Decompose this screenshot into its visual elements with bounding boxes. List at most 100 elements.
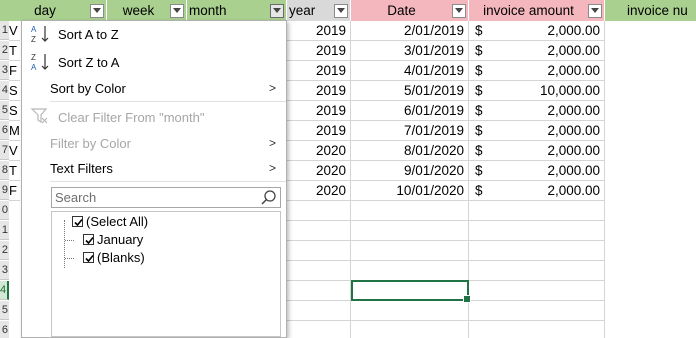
row-header[interactable]: 8 bbox=[0, 161, 9, 180]
empty-cell[interactable] bbox=[287, 201, 351, 221]
year-cell[interactable]: 2020 bbox=[287, 161, 351, 181]
sort-a-to-z-item[interactable]: A Z Sort A to Z bbox=[22, 21, 286, 47]
row-header[interactable]: 4 bbox=[0, 81, 9, 100]
clear-filter-label: Clear Filter From "month" bbox=[58, 109, 205, 125]
filter-search-input[interactable]: Search bbox=[51, 187, 281, 208]
sort-by-color-label: Sort by Color bbox=[50, 80, 126, 96]
amount-cell[interactable]: $2,000.00 bbox=[469, 101, 605, 121]
col-header-month: month bbox=[187, 0, 287, 21]
checkbox-blanks[interactable]: (Blanks) bbox=[83, 250, 145, 265]
amount-cell[interactable]: $2,000.00 bbox=[469, 181, 605, 201]
day-cell[interactable]: V bbox=[9, 21, 20, 41]
row-header[interactable]: 5 bbox=[0, 301, 9, 320]
amount-cell[interactable]: $2,000.00 bbox=[469, 121, 605, 141]
col-header-invoice-number: invoice nu bbox=[605, 0, 696, 21]
row-header[interactable]: 1 bbox=[0, 21, 9, 40]
day-cell[interactable]: F bbox=[9, 61, 20, 81]
checkbox-box[interactable] bbox=[83, 252, 94, 263]
date-cell[interactable]: 6/01/2019 bbox=[351, 101, 469, 121]
empty-cell[interactable] bbox=[287, 241, 351, 261]
year-cell[interactable]: 2020 bbox=[287, 141, 351, 161]
empty-cell[interactable] bbox=[469, 301, 605, 321]
year-cell[interactable]: 2019 bbox=[287, 121, 351, 141]
day-cell[interactable]: T bbox=[9, 161, 20, 181]
year-cell[interactable]: 2019 bbox=[287, 21, 351, 41]
row-header[interactable]: 6 bbox=[0, 121, 9, 140]
row-header[interactable]: 0 bbox=[0, 201, 9, 220]
sort-z-to-a-item[interactable]: Z A Sort Z to A bbox=[22, 49, 286, 75]
submenu-arrow-icon: > bbox=[268, 136, 276, 150]
filter-dropdown-amount-icon[interactable] bbox=[588, 3, 602, 18]
empty-cell[interactable] bbox=[469, 221, 605, 241]
amount-cell[interactable]: $2,000.00 bbox=[469, 21, 605, 41]
amount-value: 2,000.00 bbox=[547, 43, 600, 58]
sort-by-color-item[interactable]: Sort by Color > bbox=[22, 75, 286, 101]
day-cell[interactable]: M bbox=[9, 121, 20, 141]
day-cell[interactable]: T bbox=[9, 41, 20, 61]
day-cell[interactable]: S bbox=[9, 81, 20, 101]
year-cell[interactable]: 2019 bbox=[287, 101, 351, 121]
amount-cell[interactable]: $2,000.00 bbox=[469, 61, 605, 81]
filter-dropdown-month-icon[interactable] bbox=[270, 3, 284, 18]
date-cell[interactable]: 3/01/2019 bbox=[351, 41, 469, 61]
empty-cell[interactable] bbox=[287, 301, 351, 321]
row-header[interactable]: 3 bbox=[0, 261, 9, 280]
active-cell-selection[interactable] bbox=[351, 280, 471, 303]
row-header[interactable]: 3 bbox=[0, 61, 9, 80]
amount-cell[interactable]: $10,000.00 bbox=[469, 81, 605, 101]
day-cell[interactable]: S bbox=[9, 101, 20, 121]
menu-divider bbox=[50, 181, 286, 182]
date-cell[interactable]: 7/01/2019 bbox=[351, 121, 469, 141]
empty-cell[interactable] bbox=[351, 221, 469, 241]
date-cell[interactable]: 5/01/2019 bbox=[351, 81, 469, 101]
checkbox-january[interactable]: January bbox=[83, 232, 143, 247]
year-cell[interactable]: 2019 bbox=[287, 81, 351, 101]
year-cell[interactable]: 2020 bbox=[287, 181, 351, 201]
empty-cell[interactable] bbox=[287, 261, 351, 281]
filter-dropdown-week-icon[interactable] bbox=[170, 3, 184, 18]
year-cell[interactable]: 2019 bbox=[287, 41, 351, 61]
row-header[interactable]: 9 bbox=[0, 181, 9, 200]
date-cell[interactable]: 9/01/2020 bbox=[351, 161, 469, 181]
empty-cell[interactable] bbox=[351, 201, 469, 221]
row-header-selected[interactable]: 4 bbox=[0, 281, 9, 300]
row-header[interactable]: 5 bbox=[0, 101, 9, 120]
amount-cell[interactable]: $2,000.00 bbox=[469, 41, 605, 61]
filter-dropdown-date-icon[interactable] bbox=[452, 3, 466, 18]
row-header[interactable]: 2 bbox=[0, 241, 9, 260]
empty-cell[interactable] bbox=[469, 201, 605, 221]
empty-cell[interactable] bbox=[469, 241, 605, 261]
filter-dropdown-day-icon[interactable] bbox=[90, 3, 104, 18]
checkbox-label: January bbox=[97, 232, 144, 247]
empty-cell[interactable] bbox=[351, 321, 469, 338]
amount-cell[interactable]: $2,000.00 bbox=[469, 161, 605, 181]
checkbox-select-all[interactable]: (Select All) bbox=[72, 214, 148, 229]
date-cell[interactable]: 2/01/2019 bbox=[351, 21, 469, 41]
date-cell[interactable]: 10/01/2020 bbox=[351, 181, 469, 201]
filter-values-list: (Select All) January (Blanks) bbox=[51, 211, 281, 337]
text-filters-item[interactable]: Text Filters > bbox=[22, 155, 286, 181]
empty-cell[interactable] bbox=[351, 301, 469, 321]
empty-cell[interactable] bbox=[469, 261, 605, 281]
empty-cell[interactable] bbox=[351, 241, 469, 261]
amount-value: 2,000.00 bbox=[547, 23, 600, 38]
empty-cell[interactable] bbox=[469, 281, 605, 301]
date-cell[interactable]: 4/01/2019 bbox=[351, 61, 469, 81]
empty-cell[interactable] bbox=[287, 221, 351, 241]
row-header[interactable]: 6 bbox=[0, 321, 9, 338]
date-cell[interactable]: 8/01/2020 bbox=[351, 141, 469, 161]
day-cell[interactable]: V bbox=[9, 141, 20, 161]
row-header[interactable]: 2 bbox=[0, 41, 9, 60]
row-header[interactable]: 7 bbox=[0, 141, 9, 160]
empty-cell[interactable] bbox=[351, 261, 469, 281]
row-header[interactable]: 1 bbox=[0, 221, 9, 240]
checkbox-box[interactable] bbox=[83, 234, 94, 245]
day-cell[interactable]: F bbox=[9, 181, 20, 201]
empty-cell[interactable] bbox=[287, 321, 351, 338]
checkbox-box[interactable] bbox=[72, 216, 83, 227]
filter-dropdown-year-icon[interactable] bbox=[334, 3, 348, 18]
empty-cell[interactable] bbox=[469, 321, 605, 338]
year-cell[interactable]: 2019 bbox=[287, 61, 351, 81]
empty-cell[interactable] bbox=[287, 281, 351, 301]
amount-cell[interactable]: $2,000.00 bbox=[469, 141, 605, 161]
